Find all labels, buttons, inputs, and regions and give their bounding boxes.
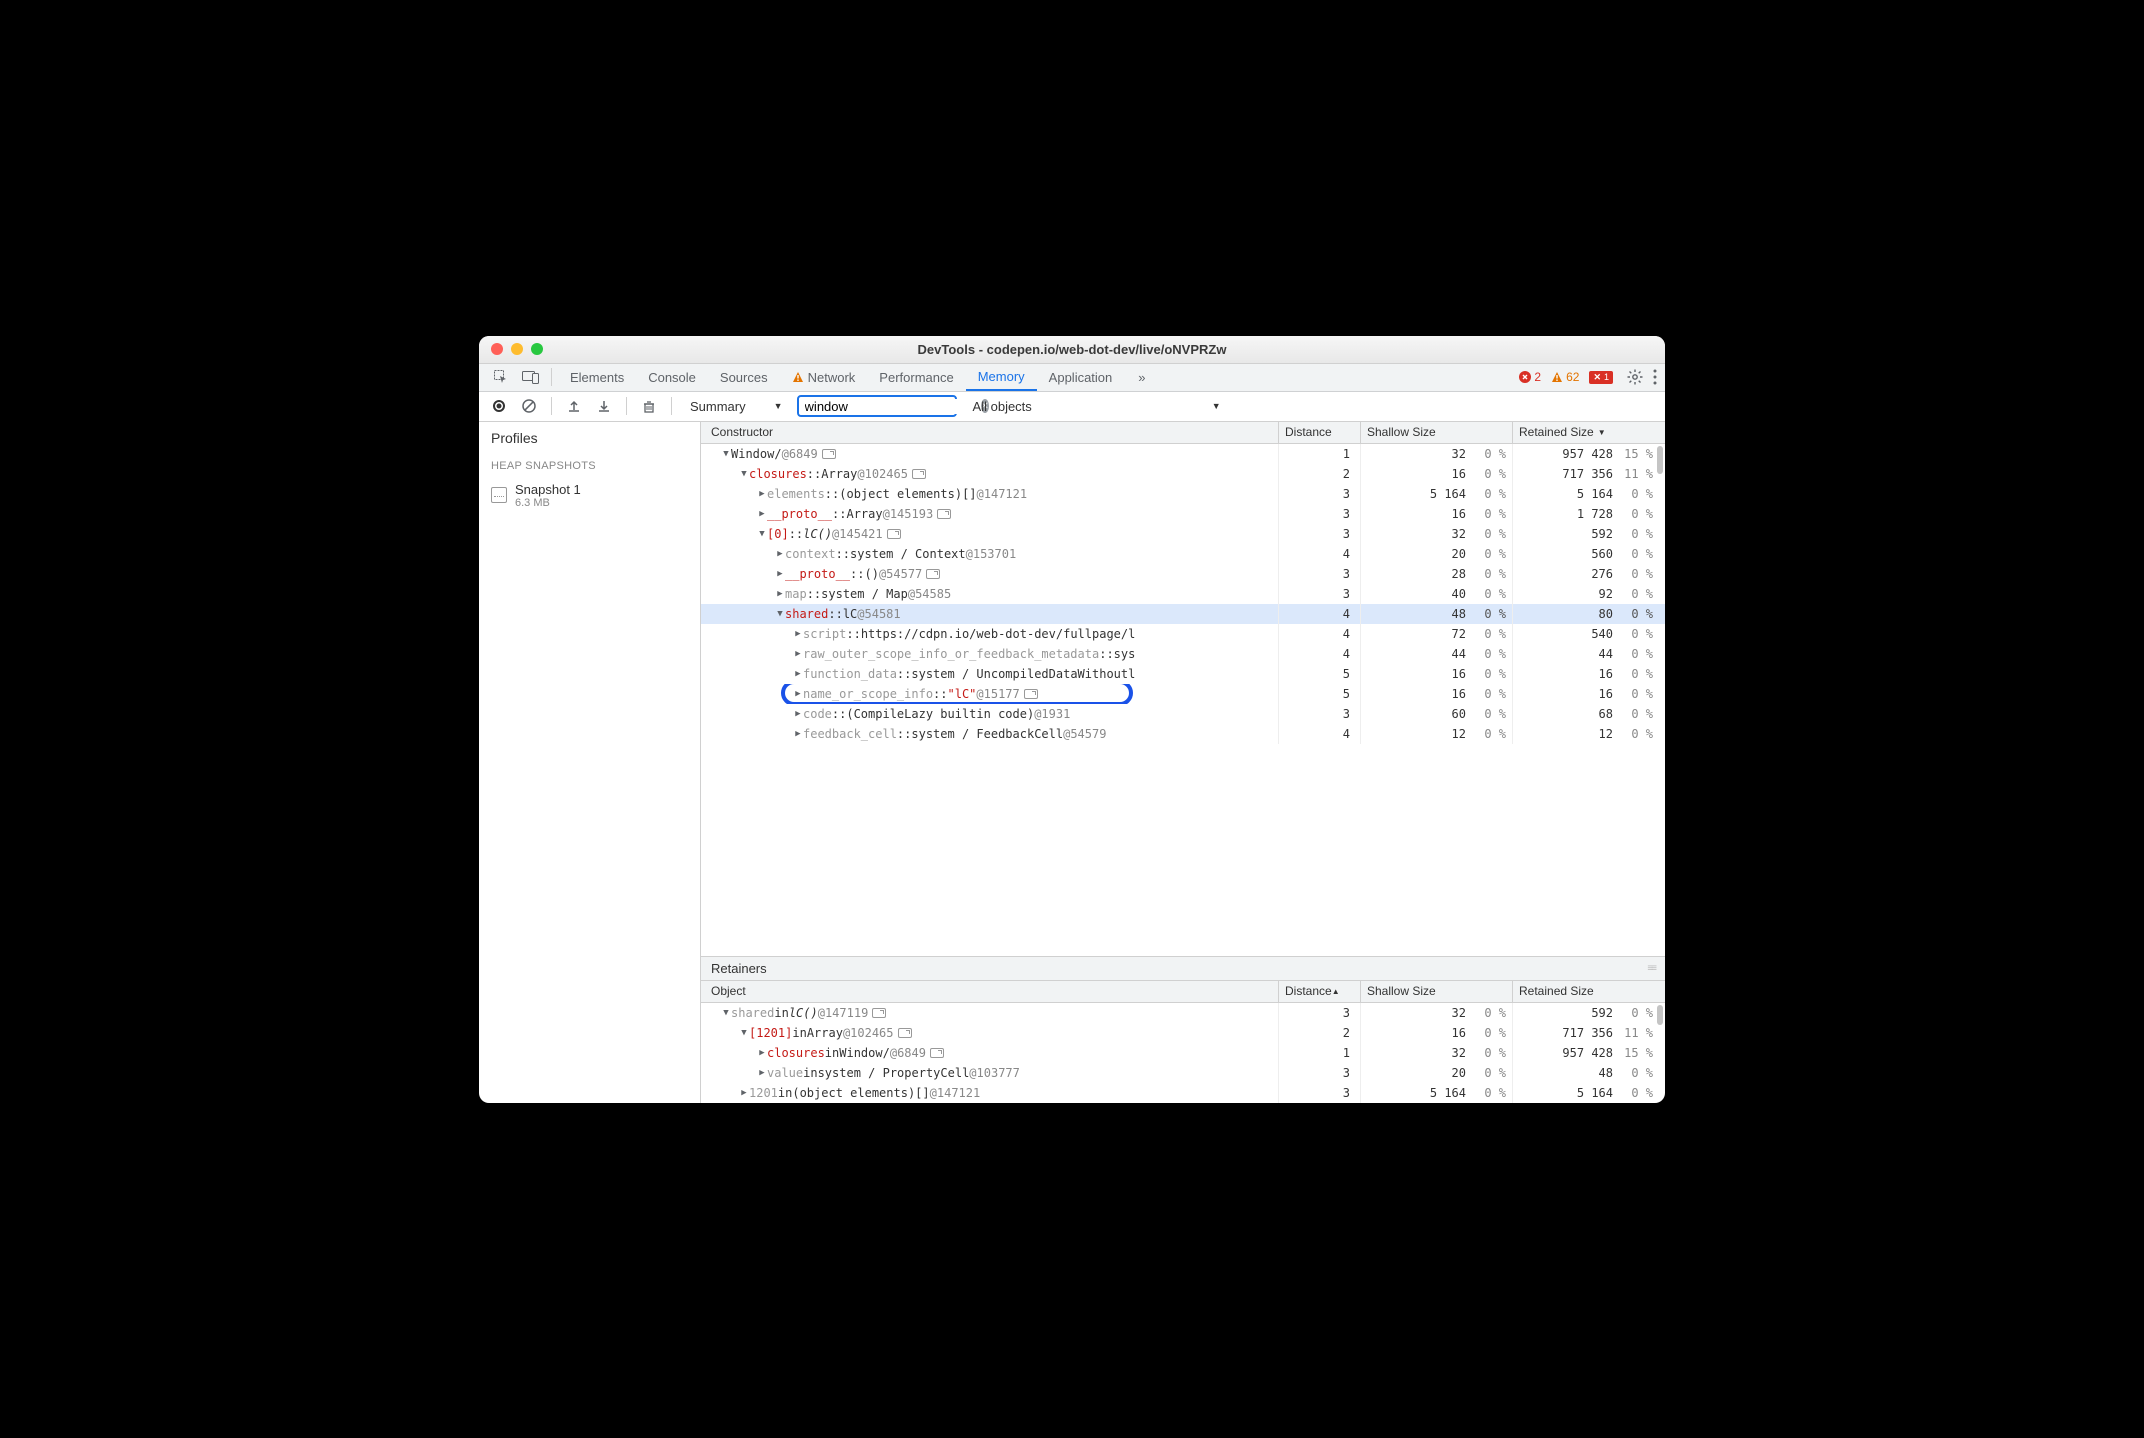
retainers-header[interactable]: Retainers ≡≡	[701, 956, 1665, 981]
issues-badge[interactable]: ✕1	[1589, 371, 1613, 384]
devtools-window: DevTools - codepen.io/web-dot-dev/live/o…	[479, 336, 1665, 1103]
gc-icon[interactable]	[637, 394, 661, 418]
heap-row[interactable]: ▶ name_or_scope_info :: "lC" @151775160 …	[701, 684, 1665, 704]
profiles-sidebar: Profiles HEAP SNAPSHOTS Snapshot 1 6.3 M…	[479, 422, 701, 1103]
filter-input[interactable]	[805, 399, 981, 414]
class-filter[interactable]: ✕	[797, 395, 957, 417]
col-distance[interactable]: Distance	[1279, 422, 1361, 443]
tab-performance[interactable]: Performance	[867, 363, 965, 391]
record-icon[interactable]	[487, 394, 511, 418]
memory-toolbar: Summary▼ ✕ All objects▼	[479, 392, 1665, 422]
heap-row[interactable]: ▶ 1201 in (object elements)[] @14712135 …	[701, 1083, 1665, 1103]
col-retained[interactable]: Retained Size▼	[1513, 422, 1665, 443]
more-tabs[interactable]: »	[1126, 363, 1157, 391]
heap-row[interactable]: ▶ __proto__ :: Array @1451933160 %1 7280…	[701, 504, 1665, 524]
download-icon[interactable]	[592, 394, 616, 418]
col-distance-ret[interactable]: Distance▲	[1279, 981, 1361, 1002]
heap-row[interactable]: ▶ context :: system / Context @153701420…	[701, 544, 1665, 564]
gear-icon[interactable]	[1627, 369, 1643, 385]
window-title: DevTools - codepen.io/web-dot-dev/live/o…	[479, 342, 1665, 357]
separator	[551, 368, 552, 386]
heap-row[interactable]: ▶ map :: system / Map @545853400 %920 %	[701, 584, 1665, 604]
tab-sources[interactable]: Sources	[708, 363, 780, 391]
heap-row[interactable]: ▶ feedback_cell :: system / FeedbackCell…	[701, 724, 1665, 744]
drag-handle-icon[interactable]: ≡≡	[1647, 963, 1655, 974]
tab-memory[interactable]: Memory	[966, 363, 1037, 391]
snapshot-icon	[491, 487, 507, 503]
inspect-icon[interactable]	[487, 363, 515, 391]
constructors-header: Constructor Distance Shallow Size Retain…	[701, 422, 1665, 444]
col-constructor[interactable]: Constructor	[701, 422, 1279, 443]
minimize-icon[interactable]	[511, 343, 523, 355]
heap-row[interactable]: ▼ [0] :: lC() @1454213320 %5920 %	[701, 524, 1665, 544]
profiles-label: Profiles	[479, 422, 700, 454]
col-shallow-ret[interactable]: Shallow Size	[1361, 981, 1513, 1002]
heap-row[interactable]: ▶ code :: (CompileLazy builtin code) @19…	[701, 704, 1665, 724]
tab-application[interactable]: Application	[1037, 363, 1125, 391]
warning-badge[interactable]: 62	[1551, 370, 1579, 384]
zoom-icon[interactable]	[531, 343, 543, 355]
heap-section-label: HEAP SNAPSHOTS	[479, 454, 700, 478]
clear-icon[interactable]	[517, 394, 541, 418]
error-badge[interactable]: 2	[1519, 370, 1541, 384]
retainers-columns: Object Distance▲ Shallow Size Retained S…	[701, 981, 1665, 1003]
scrollbar-thumb[interactable]	[1657, 446, 1663, 474]
device-icon[interactable]	[517, 363, 545, 391]
heap-row[interactable]: ▼ closures :: Array @1024652160 %717 356…	[701, 464, 1665, 484]
retainers-rows[interactable]: ▼ shared in lC() @1471193320 %5920 %▼ [1…	[701, 1003, 1665, 1103]
col-object[interactable]: Object	[701, 981, 1279, 1002]
heap-row[interactable]: ▼ Window / @68491320 %957 42815 %	[701, 444, 1665, 464]
heap-row[interactable]: ▶ __proto__ :: () @545773280 %2760 %	[701, 564, 1665, 584]
heap-row[interactable]: ▼ shared :: lC @545814480 %800 %	[701, 604, 1665, 624]
heap-row[interactable]: ▶ function_data :: system / UncompiledDa…	[701, 664, 1665, 684]
col-retained-ret[interactable]: Retained Size	[1513, 981, 1665, 1002]
heap-row[interactable]: ▶ script :: https://cdpn.io/web-dot-dev/…	[701, 624, 1665, 644]
constructors-rows[interactable]: ▼ Window / @68491320 %957 42815 %▼ closu…	[701, 444, 1665, 956]
scrollbar-thumb[interactable]	[1657, 1005, 1663, 1025]
heap-row[interactable]: ▼ [1201] in Array @1024652160 %717 35611…	[701, 1023, 1665, 1043]
tab-console[interactable]: Console	[636, 363, 708, 391]
heap-row[interactable]: ▶ raw_outer_scope_info_or_feedback_metad…	[701, 644, 1665, 664]
tab-network[interactable]: Network	[780, 363, 868, 391]
traffic-lights	[479, 343, 543, 355]
kebab-icon[interactable]	[1653, 369, 1657, 385]
upload-icon[interactable]	[562, 394, 586, 418]
heap-row[interactable]: ▼ shared in lC() @1471193320 %5920 %	[701, 1003, 1665, 1023]
tab-elements[interactable]: Elements	[558, 363, 636, 391]
heap-row[interactable]: ▶ elements :: (object elements)[] @14712…	[701, 484, 1665, 504]
titlebar: DevTools - codepen.io/web-dot-dev/live/o…	[479, 336, 1665, 364]
panel-tabbar: ElementsConsoleSourcesNetworkPerformance…	[479, 364, 1665, 392]
summary-dropdown[interactable]: Summary▼	[682, 399, 791, 414]
col-shallow[interactable]: Shallow Size	[1361, 422, 1513, 443]
all-objects-dropdown[interactable]: All objects▼	[963, 399, 1231, 414]
snapshot-item[interactable]: Snapshot 1 6.3 MB	[479, 478, 700, 513]
heap-row[interactable]: ▶ closures in Window / @68491320 %957 42…	[701, 1043, 1665, 1063]
close-icon[interactable]	[491, 343, 503, 355]
heap-row[interactable]: ▶ value in system / PropertyCell @103777…	[701, 1063, 1665, 1083]
